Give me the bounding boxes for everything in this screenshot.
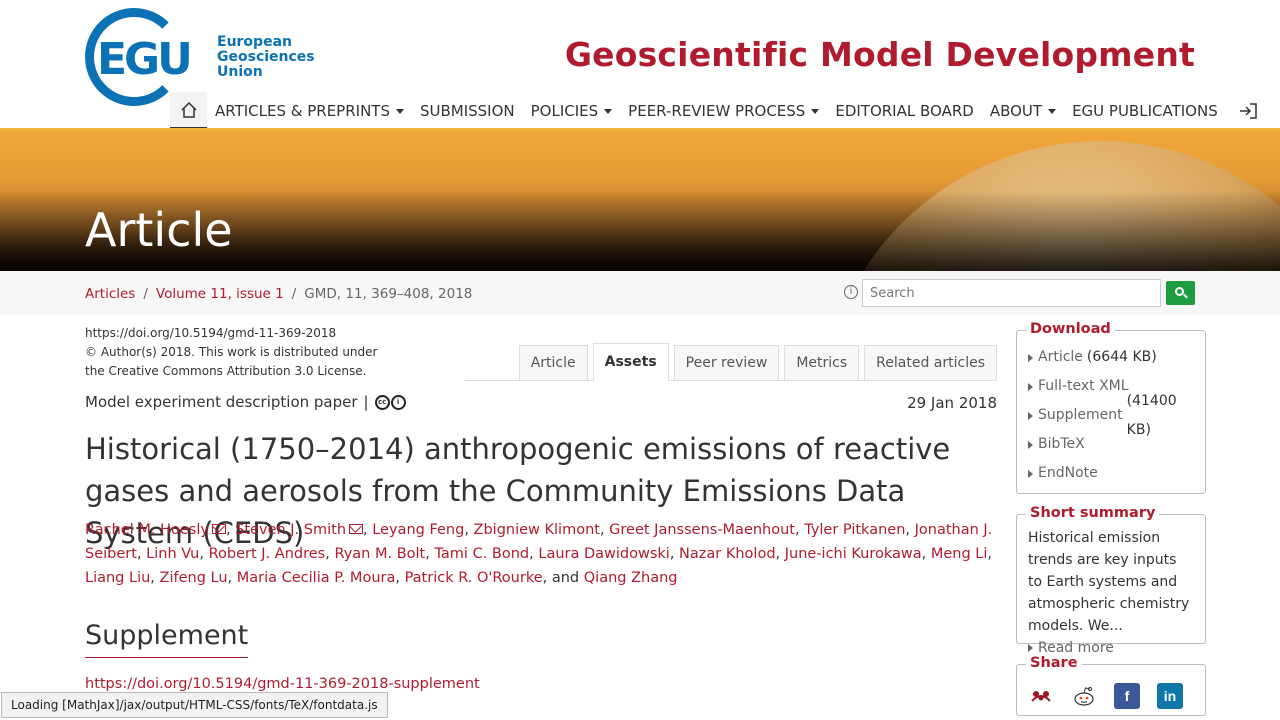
caret-down-icon [395,108,404,114]
nav-submission[interactable]: SUBMISSION [412,92,523,130]
journal-title[interactable]: Geoscientific Model Development [565,35,1195,74]
nav-about[interactable]: ABOUT [982,92,1064,130]
author-link[interactable]: Greet Janssens-Maenhout [609,522,795,538]
nav-editorial-board[interactable]: EDITORIAL BOARD [827,92,981,130]
copyright-line-2[interactable]: the Creative Commons Attribution 3.0 Lic… [85,362,377,381]
info-icon[interactable]: i [844,285,858,299]
author-link[interactable]: Qiang Zhang [584,570,678,586]
search-button[interactable] [1166,281,1195,305]
share-box: Share f in [1016,655,1206,716]
doi-text[interactable]: https://doi.org/10.5194/gmd-11-369-2018 [85,324,377,343]
tab-related-articles[interactable]: Related articles [864,345,997,381]
author-link[interactable]: Rachel M. Hoesly [85,522,209,538]
breadcrumb-current: GMD, 11, 369–408, 2018 [304,286,473,302]
author-link[interactable]: Zifeng Lu [160,570,228,586]
short-summary-box: Short summary Historical emission trends… [1016,505,1206,656]
download-box: Download Article (6644 KB) Full-text XML … [1016,321,1206,494]
caret-right-icon [1028,469,1033,478]
author-link[interactable]: Maria Cecilia P. Moura [237,570,396,586]
paper-type: Model experiment description paper | cc i [85,393,406,411]
author-link[interactable]: Nazar Kholod [679,546,775,562]
login-icon[interactable] [1226,92,1266,130]
nav-egu-publications[interactable]: EGU PUBLICATIONS [1064,92,1226,130]
author-link[interactable]: Ryan M. Bolt [334,546,425,562]
article-meta: https://doi.org/10.5194/gmd-11-369-2018 … [85,324,377,381]
download-supplement[interactable]: Supplement (41400 KB) [1028,393,1194,438]
egu-logo-words: European Geosciences Union [217,33,315,80]
main-nav: ARTICLES & PREPRINTS SUBMISSION POLICIES… [170,92,1266,130]
supplement-link[interactable]: https://doi.org/10.5194/gmd-11-369-2018-… [85,676,480,692]
author-link[interactable]: Liang Liu [85,570,150,586]
breadcrumb-volume[interactable]: Volume 11, issue 1 [156,286,284,302]
browser-status-bar: Loading [MathJax]/jax/output/HTML-CSS/fo… [1,692,388,718]
author-link[interactable]: Laura Dawidowski [538,546,669,562]
supplement-heading: Supplement [85,620,249,658]
nav-policies[interactable]: POLICIES [523,92,621,130]
tab-assets[interactable]: Assets [592,343,669,381]
tab-peer-review[interactable]: Peer review [673,345,780,381]
author-link[interactable]: Meng Li [931,546,988,562]
caret-down-icon [1048,108,1057,114]
copyright-line-1: © Author(s) 2018. This work is distribut… [85,345,378,359]
caret-right-icon [1028,353,1033,362]
short-summary-text: Historical emission trends are key input… [1028,530,1190,634]
caret-right-icon [1028,382,1033,391]
author-link[interactable]: Steven J. Smith [235,522,346,538]
author-link[interactable]: Leyang Feng [372,522,464,538]
caret-right-icon [1028,411,1033,420]
author-link[interactable]: Zbigniew Klimont [474,522,600,538]
caret-down-icon [604,108,613,114]
author-link[interactable]: Linh Vu [146,546,199,562]
author-list: Rachel M. Hoesly, Steven J. Smith, Leyan… [85,522,993,586]
author-link[interactable]: Tami C. Bond [434,546,529,562]
facebook-icon[interactable]: f [1114,683,1140,709]
reddit-icon[interactable] [1071,683,1097,709]
short-summary-title: Short summary [1026,505,1160,521]
download-article[interactable]: Article (6644 KB) [1028,343,1194,372]
hero-banner: Article [0,128,1280,271]
cc-by-license-icon[interactable]: cc i [374,394,406,410]
caret-down-icon [811,108,820,114]
tab-article[interactable]: Article [518,345,588,381]
caret-right-icon [1028,644,1033,652]
email-icon[interactable] [349,524,364,534]
caret-right-icon [1028,440,1033,449]
breadcrumb-articles[interactable]: Articles [85,286,135,302]
nav-articles-preprints[interactable]: ARTICLES & PREPRINTS [207,92,412,130]
download-endnote[interactable]: EndNote [1028,459,1194,488]
hero-title: Article [85,203,233,257]
email-icon[interactable] [211,524,226,534]
breadcrumb-bar: Articles / Volume 11, issue 1 / GMD, 11,… [0,271,1280,315]
download-title: Download [1026,321,1115,337]
nav-peer-review-process[interactable]: PEER-REVIEW PROCESS [620,92,827,130]
article-tabs: Article Assets Peer review Metrics Relat… [465,343,997,381]
breadcrumb: Articles / Volume 11, issue 1 / GMD, 11,… [85,286,473,302]
search-input[interactable] [862,279,1161,307]
author-link[interactable]: June-ichi Kurokawa [785,546,922,562]
author-link[interactable]: Patrick R. O'Rourke [405,570,543,586]
linkedin-icon[interactable]: in [1157,683,1183,709]
author-link[interactable]: Tyler Pitkanen [804,522,905,538]
tab-metrics[interactable]: Metrics [784,345,860,381]
mendeley-icon[interactable] [1028,683,1054,709]
home-icon[interactable] [170,92,207,130]
author-link[interactable]: Robert J. Andres [209,546,326,562]
publication-date: 29 Jan 2018 [907,394,997,412]
share-title: Share [1026,655,1082,671]
